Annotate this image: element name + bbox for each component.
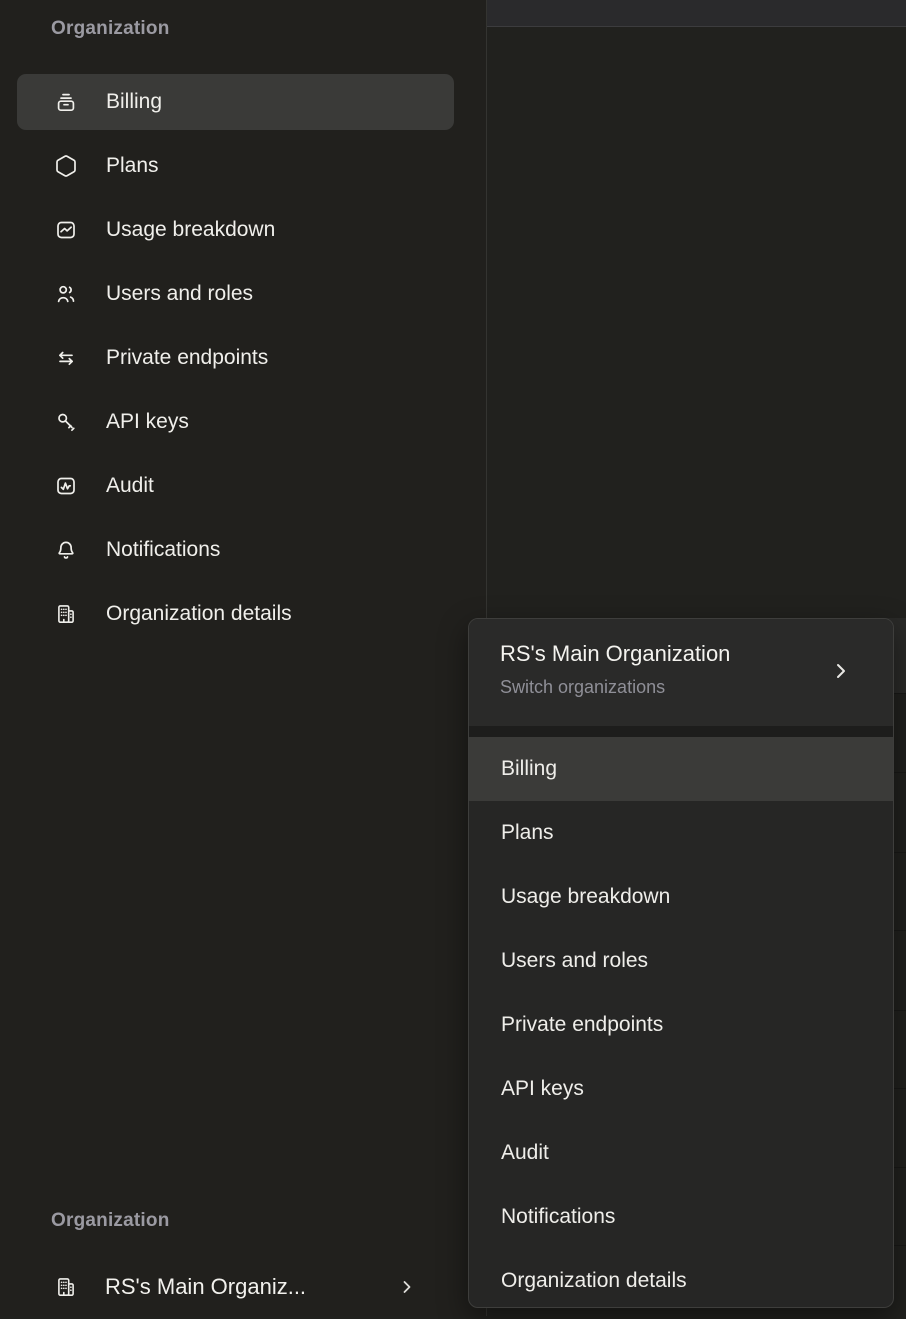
sidebar-item-audit[interactable]: Audit	[0, 454, 485, 518]
menu-item-users-and-roles[interactable]: Users and roles	[469, 929, 893, 993]
menu-item-usage-breakdown[interactable]: Usage breakdown	[469, 865, 893, 929]
sidebar-item-label: Private endpoints	[106, 346, 268, 370]
activity-icon	[54, 474, 78, 498]
billing-icon	[54, 90, 78, 114]
building-icon	[54, 602, 78, 626]
menu-divider	[469, 726, 893, 737]
sidebar-item-label: Plans	[106, 154, 159, 178]
sidebar-item-label: Notifications	[106, 538, 220, 562]
menu-item-billing[interactable]: Billing	[469, 737, 893, 801]
sidebar-item-plans[interactable]: Plans	[0, 134, 485, 198]
sidebar-item-label: Audit	[106, 474, 154, 498]
menu-item-api-keys[interactable]: API keys	[469, 1057, 893, 1121]
chevron-right-icon	[829, 659, 853, 683]
sidebar-item-label: API keys	[106, 410, 189, 434]
sidebar-item-usage-breakdown[interactable]: Usage breakdown	[0, 198, 485, 262]
swap-arrows-icon	[54, 346, 78, 370]
sidebar-item-organization-details[interactable]: Organization details	[0, 582, 485, 646]
menu-list: Billing Plans Usage breakdown Users and …	[469, 737, 893, 1308]
chevron-right-icon	[397, 1277, 417, 1297]
organization-switcher[interactable]: RS's Main Organiz...	[0, 1255, 485, 1319]
building-icon	[54, 1275, 78, 1299]
sidebar-item-label: Organization details	[106, 602, 292, 626]
bell-icon	[54, 538, 78, 562]
sidebar-section-label: Organization	[51, 18, 170, 40]
menu-item-organization-details[interactable]: Organization details	[469, 1249, 893, 1308]
menu-item-private-endpoints[interactable]: Private endpoints	[469, 993, 893, 1057]
sidebar-item-api-keys[interactable]: API keys	[0, 390, 485, 454]
active-highlight	[17, 74, 454, 130]
users-icon	[54, 282, 78, 306]
chart-icon	[54, 218, 78, 242]
sidebar-nav: Billing Plans Usage breakdown	[0, 70, 485, 646]
organization-switcher-label: RS's Main Organiz...	[105, 1274, 306, 1300]
top-bar	[487, 0, 906, 27]
sidebar-item-private-endpoints[interactable]: Private endpoints	[0, 326, 485, 390]
menu-item-audit[interactable]: Audit	[469, 1121, 893, 1185]
sidebar: Organization Billing Plans	[0, 0, 487, 1316]
menu-org-header[interactable]: RS's Main Organization Switch organizati…	[469, 619, 893, 726]
sidebar-footer-section-label: Organization	[51, 1210, 170, 1232]
organization-menu: RS's Main Organization Switch organizati…	[468, 618, 894, 1308]
sidebar-item-label: Usage breakdown	[106, 218, 275, 242]
menu-item-plans[interactable]: Plans	[469, 801, 893, 865]
sidebar-item-users-and-roles[interactable]: Users and roles	[0, 262, 485, 326]
sidebar-item-label: Billing	[106, 90, 162, 114]
sidebar-item-label: Users and roles	[106, 282, 253, 306]
hexagon-icon	[54, 154, 78, 178]
menu-item-notifications[interactable]: Notifications	[469, 1185, 893, 1249]
key-icon	[54, 410, 78, 434]
sidebar-item-billing[interactable]: Billing	[0, 70, 485, 134]
sidebar-item-notifications[interactable]: Notifications	[0, 518, 485, 582]
